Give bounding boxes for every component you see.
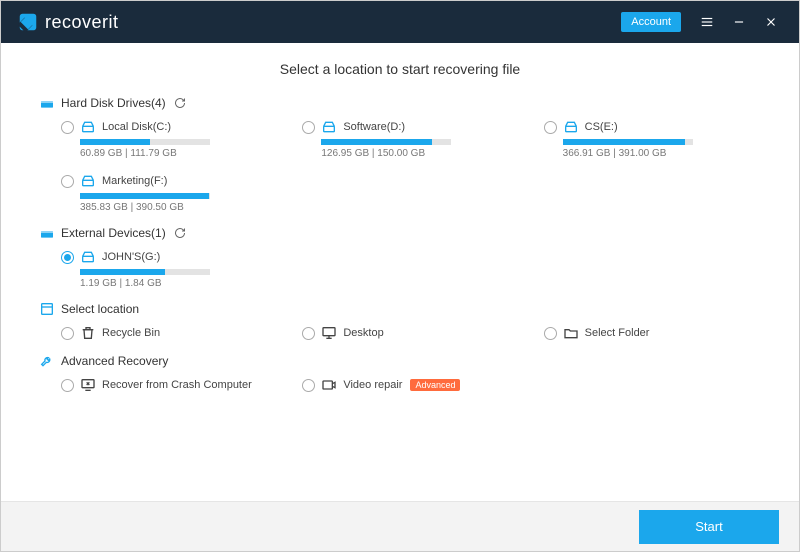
location-section-icon — [39, 301, 55, 317]
radio[interactable] — [544, 327, 557, 340]
usage-text: 366.91 GB | 391.00 GB — [563, 148, 693, 159]
disk-icon — [80, 173, 96, 189]
section-advanced: Advanced Recovery Recover from Crash Com… — [39, 353, 761, 393]
location-select-folder[interactable]: Select Folder — [544, 325, 761, 341]
advanced-video-repair[interactable]: Video repair Advanced — [302, 377, 519, 393]
section-location: Select location Recycle Bin Desktop — [39, 301, 761, 341]
radio[interactable] — [61, 121, 74, 134]
section-location-title: Select location — [61, 302, 139, 316]
drive-label: CS(E:) — [585, 121, 618, 133]
logo-text: recoverit — [45, 12, 119, 33]
advanced-label: Video repair — [343, 379, 402, 391]
section-location-head: Select location — [39, 301, 761, 317]
radio[interactable] — [302, 327, 315, 340]
section-hdd: Hard Disk Drives(4) Local Disk(C:) 60.89… — [39, 95, 761, 213]
usage-bar — [321, 139, 451, 145]
usage-text: 126.95 GB | 150.00 GB — [321, 148, 451, 159]
drive-item-marketing-f[interactable]: Marketing(F:) 385.83 GB | 390.50 GB — [61, 173, 278, 213]
location-recycle-bin[interactable]: Recycle Bin — [61, 325, 278, 341]
advanced-badge: Advanced — [410, 379, 460, 391]
disk-icon — [80, 119, 96, 135]
crash-icon — [80, 377, 96, 393]
radio[interactable] — [302, 121, 315, 134]
disk-icon — [80, 249, 96, 265]
radio[interactable] — [302, 379, 315, 392]
advanced-label: Recover from Crash Computer — [102, 379, 252, 391]
logo-icon — [17, 11, 39, 33]
location-label: Desktop — [343, 327, 383, 339]
radio[interactable] — [61, 251, 74, 264]
advanced-crash-computer[interactable]: Recover from Crash Computer — [61, 377, 278, 393]
location-label: Recycle Bin — [102, 327, 160, 339]
radio[interactable] — [61, 175, 74, 188]
radio[interactable] — [544, 121, 557, 134]
refresh-icon[interactable] — [174, 227, 186, 239]
radio[interactable] — [61, 379, 74, 392]
section-external-title: External Devices(1) — [61, 226, 166, 240]
usage-bar — [563, 139, 693, 145]
drive-label: Local Disk(C:) — [102, 121, 171, 133]
close-icon[interactable] — [755, 6, 787, 38]
section-external-head: External Devices(1) — [39, 225, 761, 241]
drive-label: Marketing(F:) — [102, 175, 167, 187]
location-desktop[interactable]: Desktop — [302, 325, 519, 341]
logo: recoverit — [17, 11, 119, 33]
usage-text: 60.89 GB | 111.79 GB — [80, 148, 210, 159]
disk-icon — [321, 119, 337, 135]
hdd-icon — [39, 95, 55, 111]
wrench-icon — [39, 353, 55, 369]
usage-bar — [80, 193, 210, 199]
minimize-icon[interactable] — [723, 6, 755, 38]
usage-bar — [80, 139, 210, 145]
usage-text: 385.83 GB | 390.50 GB — [80, 202, 210, 213]
disk-icon — [563, 119, 579, 135]
advanced-grid: Recover from Crash Computer Video repair… — [39, 377, 761, 393]
drive-item-cs-e[interactable]: CS(E:) 366.91 GB | 391.00 GB — [544, 119, 761, 159]
section-hdd-title: Hard Disk Drives(4) — [61, 96, 166, 110]
footer: Start — [1, 501, 799, 551]
location-label: Select Folder — [585, 327, 650, 339]
video-icon — [321, 377, 337, 393]
drive-item-johns-g[interactable]: JOHN'S(G:) 1.19 GB | 1.84 GB — [61, 249, 278, 289]
external-grid: JOHN'S(G:) 1.19 GB | 1.84 GB — [39, 249, 761, 289]
refresh-icon[interactable] — [174, 97, 186, 109]
start-button[interactable]: Start — [639, 510, 779, 544]
drive-item-software-d[interactable]: Software(D:) 126.95 GB | 150.00 GB — [302, 119, 519, 159]
drive-item-local-disk-c[interactable]: Local Disk(C:) 60.89 GB | 111.79 GB — [61, 119, 278, 159]
recycle-bin-icon — [80, 325, 96, 341]
section-advanced-title: Advanced Recovery — [61, 354, 168, 368]
menu-icon[interactable] — [691, 6, 723, 38]
location-grid: Recycle Bin Desktop Select Folder — [39, 325, 761, 341]
titlebar: recoverit Account — [1, 1, 799, 43]
section-hdd-head: Hard Disk Drives(4) — [39, 95, 761, 111]
radio[interactable] — [61, 327, 74, 340]
page-title: Select a location to start recovering fi… — [39, 61, 761, 77]
usage-text: 1.19 GB | 1.84 GB — [80, 278, 210, 289]
section-advanced-head: Advanced Recovery — [39, 353, 761, 369]
desktop-icon — [321, 325, 337, 341]
drive-label: Software(D:) — [343, 121, 405, 133]
section-external: External Devices(1) JOHN'S(G:) 1.19 GB |… — [39, 225, 761, 289]
folder-icon — [563, 325, 579, 341]
account-button[interactable]: Account — [621, 12, 681, 32]
drive-label: JOHN'S(G:) — [102, 251, 160, 263]
usage-bar — [80, 269, 210, 275]
content: Select a location to start recovering fi… — [1, 43, 799, 501]
hdd-grid: Local Disk(C:) 60.89 GB | 111.79 GB Soft… — [39, 119, 761, 213]
external-icon — [39, 225, 55, 241]
